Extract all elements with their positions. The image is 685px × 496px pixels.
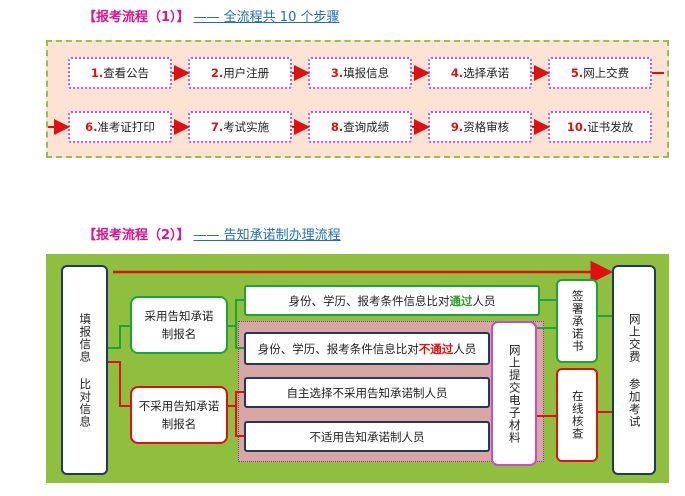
fail-prefix: 身份、学历、报考条件信息比对 [257, 341, 419, 356]
pass-suffix: 人员 [472, 293, 496, 308]
no-promise-text: 不采用告知承诺制报名 [138, 398, 220, 431]
self-choose-text: 自主选择不采用告知承诺制人员 [286, 385, 448, 400]
fill-compare-text: 填报信息 比对信息 [78, 312, 93, 428]
fill-compare-box: 填报信息 比对信息 [61, 265, 108, 475]
connector-to-nouse [108, 361, 130, 407]
compare-fail-box: 身份、学历、报考条件信息比对 不通过 人员 [244, 332, 490, 365]
not-applicable-box: 不适用告知承诺制人员 [244, 421, 490, 452]
pass-word: 通过 [449, 293, 473, 308]
no-promise-box: 不采用告知承诺制报名 [130, 386, 228, 444]
sign-letter-text: 签署承诺书 [570, 289, 585, 353]
connector-nouse-na [235, 406, 244, 437]
section2-bracket: 【报考流程（2）】 [83, 228, 190, 243]
pass-prefix: 身份、学历、报考条件信息比对 [288, 293, 450, 308]
connector-use-fail [235, 326, 244, 349]
submit-materials-text: 网上提交电子材料 [507, 343, 522, 444]
section2-title: 【报考流程（2）】 —— 告知承诺制办理流程 [83, 224, 341, 243]
section2-link[interactable]: —— 告知承诺制办理流程 [194, 228, 341, 243]
fail-suffix: 人员 [453, 341, 477, 356]
connector-to-use [108, 325, 130, 349]
not-applicable-text: 不适用告知承诺制人员 [309, 429, 425, 444]
self-choose-box: 自主选择不采用告知承诺制人员 [244, 377, 490, 408]
connector-use-pass [228, 299, 244, 327]
use-promise-box: 采用告知承诺制报名 [130, 296, 228, 354]
compare-pass-box: 身份、学历、报考条件信息比对 通过 人员 [244, 285, 540, 316]
sign-letter-box: 签署承诺书 [556, 279, 598, 363]
connector-nouse-self [228, 391, 244, 407]
online-check-box: 在线核查 [556, 368, 598, 462]
submit-materials-box: 网上提交电子材料 [491, 321, 537, 466]
pay-exam-box: 网上交费 参加考试 [612, 265, 656, 475]
pay-exam-text: 网上交费 参加考试 [627, 312, 642, 428]
use-promise-text: 采用告知承诺制报名 [144, 308, 214, 341]
online-check-text: 在线核查 [570, 390, 585, 440]
fail-word: 不通过 [418, 341, 454, 356]
flow1-arrows [48, 65, 664, 135]
